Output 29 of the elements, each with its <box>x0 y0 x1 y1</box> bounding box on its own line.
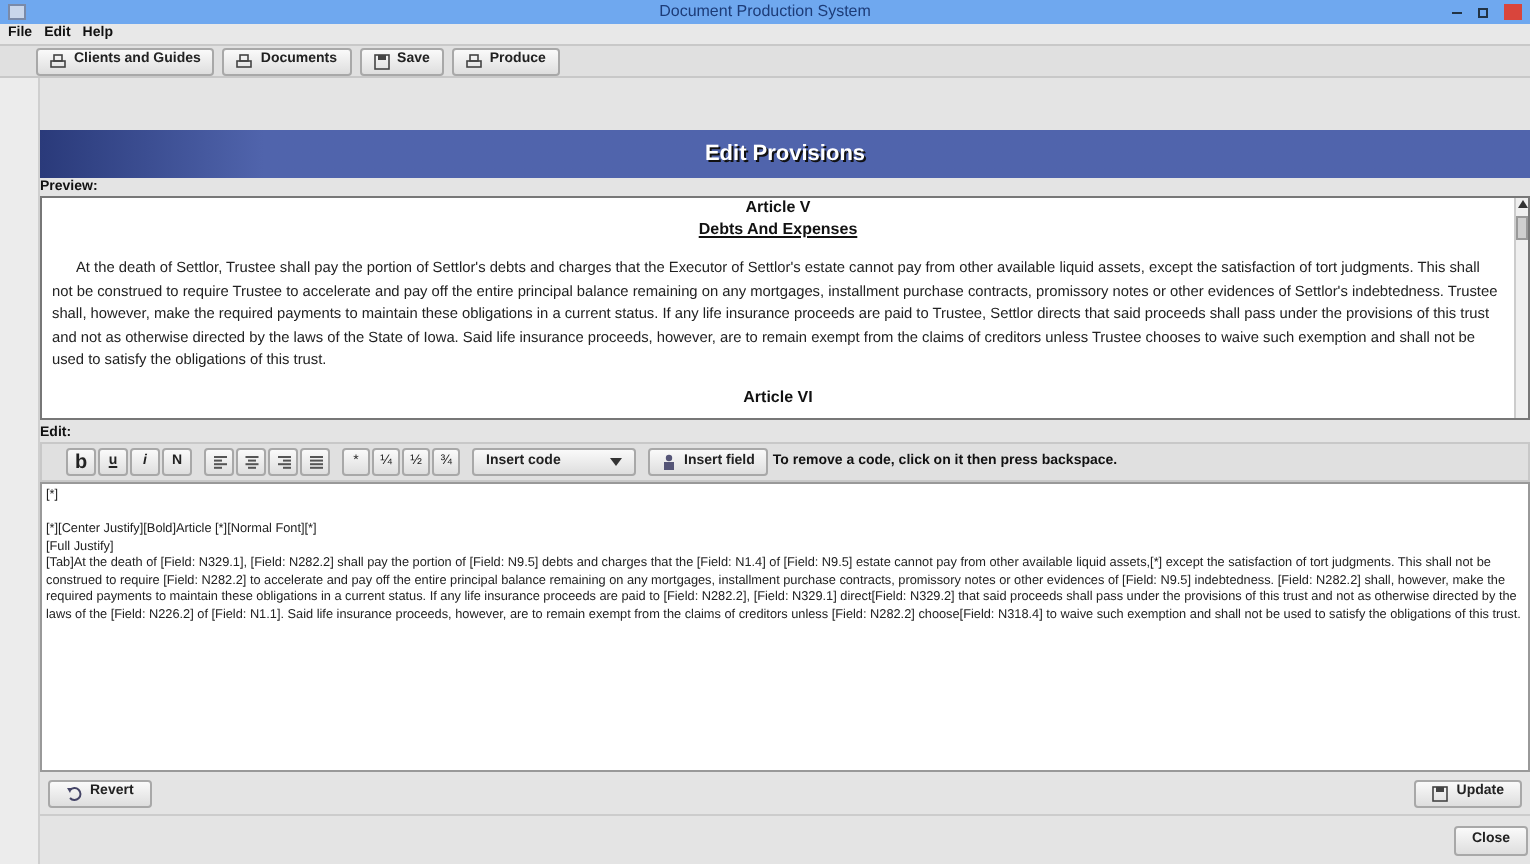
article-heading: Article VI <box>743 387 813 407</box>
align-button[interactable] <box>236 448 266 476</box>
code-editor[interactable] <box>40 482 1530 772</box>
printer-icon <box>465 53 482 69</box>
minimize-icon[interactable] <box>1452 11 1462 13</box>
align-center-icon <box>243 455 259 469</box>
window-title: Document Production System <box>659 0 871 24</box>
maximize-icon[interactable] <box>1478 7 1488 17</box>
panel-title: Edit Provisions <box>704 139 866 170</box>
app-icon <box>8 4 26 20</box>
save-icon <box>373 53 390 69</box>
scrollbar-thumb[interactable] <box>1516 216 1528 240</box>
align-right-icon <box>275 455 291 469</box>
align-left-icon <box>211 455 227 469</box>
scroll-up-icon[interactable] <box>1517 200 1527 208</box>
scrollbar[interactable] <box>1514 198 1528 418</box>
align-button[interactable] <box>268 448 298 476</box>
align-button[interactable] <box>300 448 330 476</box>
save-icon <box>1432 785 1449 801</box>
printer-icon <box>236 53 253 69</box>
align-justify-icon <box>307 455 323 469</box>
align-button[interactable] <box>204 448 234 476</box>
printer-icon <box>50 53 66 69</box>
undo-icon <box>66 785 82 801</box>
format-button[interactable]: b <box>66 448 96 476</box>
caret-icon <box>610 458 622 466</box>
person-icon <box>662 454 676 470</box>
article-heading: Article V <box>745 198 811 218</box>
article-subheading: Debts And Expenses <box>698 218 858 240</box>
